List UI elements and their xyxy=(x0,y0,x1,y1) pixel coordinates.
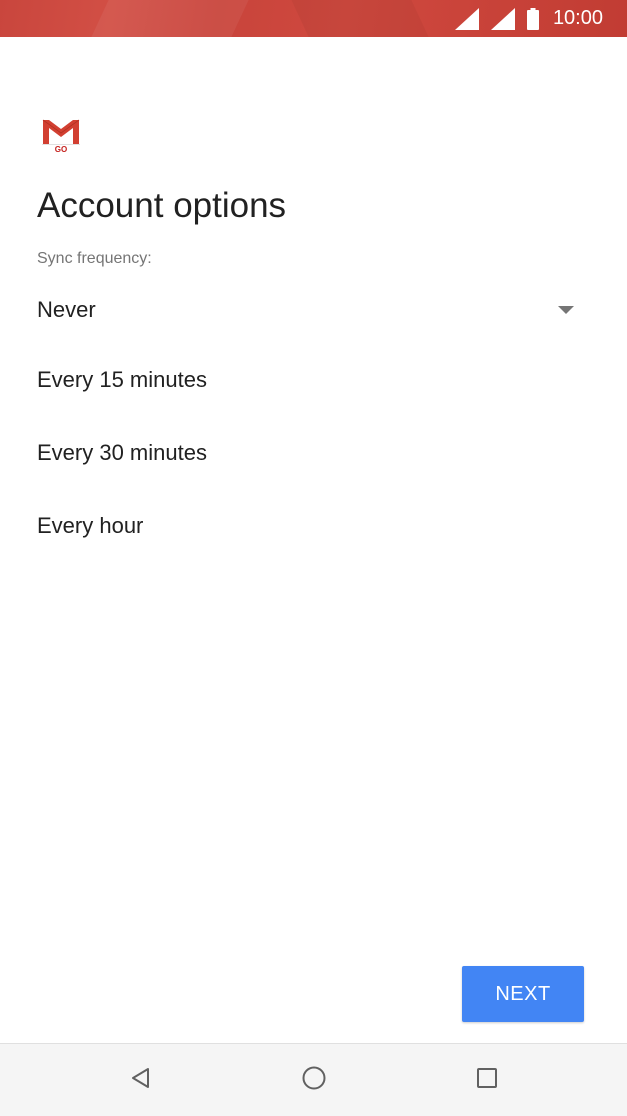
status-time: 10:00 xyxy=(552,7,603,29)
sync-option-every-30-minutes[interactable]: Every 30 minutes xyxy=(0,416,627,489)
signal-icon xyxy=(454,7,479,30)
sync-option-label: Every hour xyxy=(37,512,144,538)
battery-icon xyxy=(526,7,539,30)
back-icon xyxy=(128,1066,152,1095)
sync-option-label: Every 30 minutes xyxy=(37,439,207,465)
recents-icon xyxy=(475,1066,499,1095)
next-button[interactable]: NEXT xyxy=(462,966,584,1022)
home-button[interactable] xyxy=(274,1044,354,1116)
signal-icon xyxy=(490,7,515,30)
sync-frequency-dropdown[interactable]: Never Every 15 minutes Every 30 minutes … xyxy=(0,277,627,562)
status-bar-decoration xyxy=(291,0,429,37)
sync-option-label: Never xyxy=(37,297,96,322)
sync-frequency-label: Sync frequency: xyxy=(37,250,152,267)
gmail-go-logo-icon: GO xyxy=(40,116,82,158)
sync-option-every-15-minutes[interactable]: Every 15 minutes xyxy=(0,343,627,416)
page-title: Account options xyxy=(37,186,287,225)
dropdown-arrow-icon[interactable] xyxy=(558,306,574,314)
sync-option-label: Every 15 minutes xyxy=(37,366,207,392)
recents-button[interactable] xyxy=(447,1044,527,1116)
sync-option-every-hour[interactable]: Every hour xyxy=(0,489,627,562)
status-bar: 10:00 xyxy=(0,0,627,37)
status-bar-decoration xyxy=(91,0,249,37)
navigation-bar xyxy=(0,1043,627,1116)
status-icons: 10:00 xyxy=(454,0,603,37)
home-icon xyxy=(301,1065,327,1096)
logo-badge: GO xyxy=(54,145,68,154)
back-button[interactable] xyxy=(100,1044,180,1116)
sync-option-never[interactable]: Never xyxy=(0,277,627,343)
